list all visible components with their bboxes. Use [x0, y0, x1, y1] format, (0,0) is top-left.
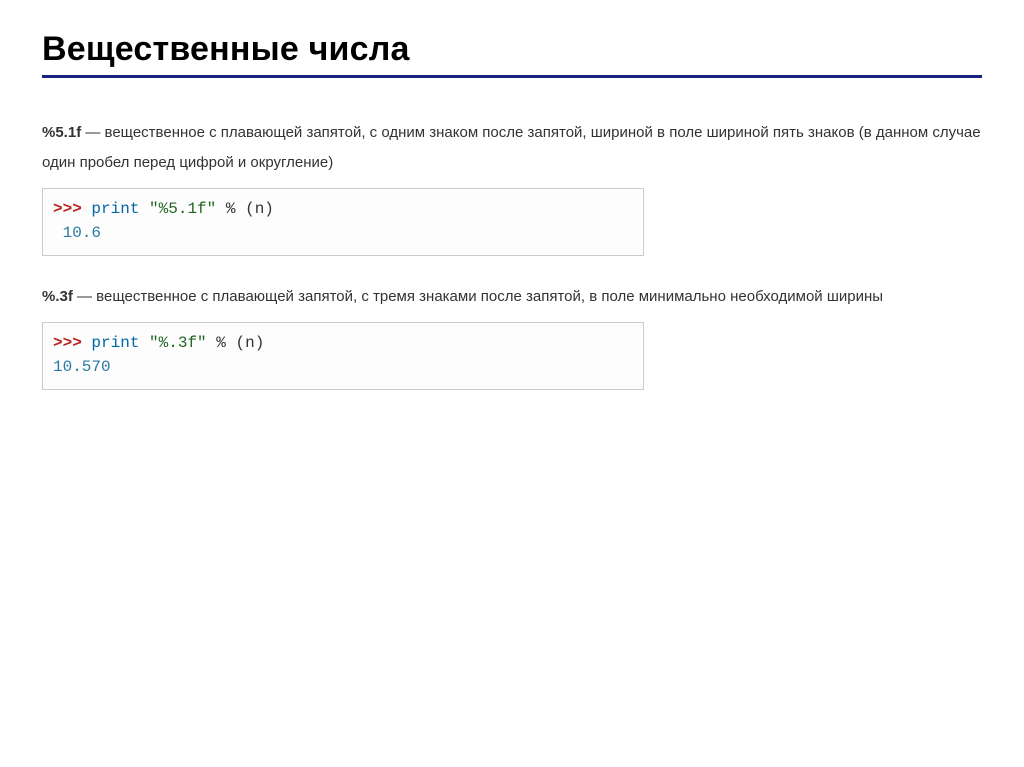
code-operator-percent: % — [216, 334, 226, 352]
code-variable: n — [255, 200, 265, 218]
paragraph-format-1: %5.1f — вещественное с плавающей запятой… — [42, 118, 982, 178]
code-prompt: >>> — [53, 200, 91, 218]
title-underline — [42, 75, 982, 78]
paragraph-format-2: %.3f — вещественное с плавающей запятой,… — [42, 282, 982, 312]
slide: Вещественные числа %5.1f — вещественное … — [0, 0, 1024, 446]
code-paren-open: ( — [245, 200, 255, 218]
code-paren-close: ) — [264, 200, 274, 218]
code-string-literal: "%.3f" — [149, 334, 207, 352]
code-output: 10.570 — [53, 358, 111, 376]
code-space — [235, 200, 245, 218]
code-space — [207, 334, 217, 352]
slide-title: Вещественные числа — [42, 30, 982, 69]
code-paren-open: ( — [235, 334, 245, 352]
code-keyword-print: print — [91, 200, 139, 218]
code-string-literal: "%5.1f" — [149, 200, 216, 218]
format-code-2: %.3f — [42, 288, 73, 305]
format-desc-1: — вещественное с плавающей запятой, с од… — [42, 124, 981, 171]
code-keyword-print: print — [91, 334, 139, 352]
code-block-1: >>> print "%5.1f" % (n) 10.6 — [42, 188, 644, 256]
code-output: 10.6 — [53, 224, 101, 242]
format-code-1: %5.1f — [42, 124, 81, 141]
code-space — [139, 334, 149, 352]
code-paren-close: ) — [255, 334, 265, 352]
code-block-2: >>> print "%.3f" % (n) 10.570 — [42, 322, 644, 390]
format-desc-2: — вещественное с плавающей запятой, с тр… — [73, 288, 883, 305]
code-space — [216, 200, 226, 218]
code-space — [139, 200, 149, 218]
code-prompt: >>> — [53, 334, 91, 352]
code-variable: n — [245, 334, 255, 352]
